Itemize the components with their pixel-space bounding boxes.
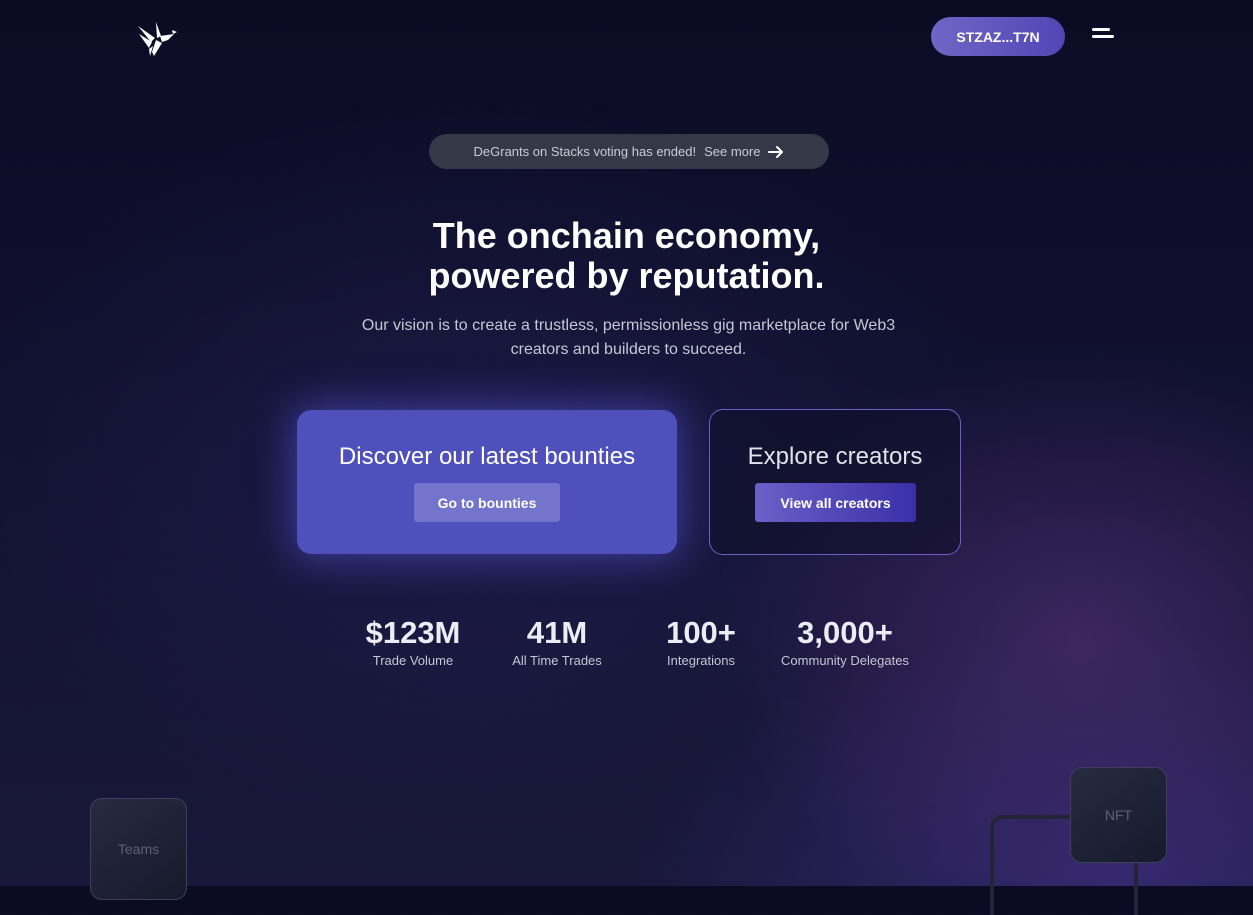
stat-value: 100+: [666, 615, 736, 650]
hero-subtitle: Our vision is to create a trustless, per…: [326, 314, 931, 362]
creators-card-title: Explore creators: [747, 443, 923, 470]
stat-value: 3,000+: [797, 615, 893, 650]
stat-label: Community Delegates: [781, 653, 909, 668]
bounties-card-title: Discover our latest bounties: [338, 443, 636, 470]
hamburger-menu-icon[interactable]: [1090, 26, 1116, 46]
teams-tile: Teams: [90, 798, 187, 900]
teams-tile-label: Teams: [117, 841, 160, 857]
see-more-link[interactable]: See more: [704, 144, 760, 159]
hero-headline: The onchain economy, powered by reputati…: [0, 216, 1253, 296]
go-to-bounties-button[interactable]: Go to bounties: [414, 483, 560, 522]
stat-integrations: 100+ Integrations: [621, 615, 781, 670]
stat-value: $123M: [365, 615, 461, 650]
bird-logo[interactable]: [136, 18, 178, 58]
stats-row: $123M Trade Volume 41M All Time Trades 1…: [0, 615, 1253, 675]
view-all-creators-button[interactable]: View all creators: [755, 483, 916, 522]
wallet-address-button[interactable]: STZAZ...T7N: [931, 17, 1065, 56]
bounties-card: Discover our latest bounties Go to bount…: [297, 410, 677, 554]
stat-label: All Time Trades: [512, 653, 602, 668]
stat-label: Trade Volume: [372, 653, 454, 668]
creators-card: Explore creators View all creators: [709, 409, 961, 555]
subtitle-line-2: creators and builders to succeed.: [510, 341, 747, 358]
stat-value: 41M: [526, 615, 588, 650]
stat-community-delegates: 3,000+ Community Delegates: [765, 615, 925, 670]
stat-trade-volume: $123M Trade Volume: [333, 615, 493, 670]
subtitle-line-1: Our vision is to create a trustless, per…: [361, 317, 896, 334]
headline-line-1: The onchain economy,: [432, 215, 821, 256]
stat-all-time-trades: 41M All Time Trades: [477, 615, 637, 670]
headline-line-2: powered by reputation.: [428, 255, 825, 296]
banner-text: DeGrants on Stacks voting has ended!: [473, 144, 697, 159]
arrow-right-icon: [768, 145, 784, 158]
announcement-banner[interactable]: DeGrants on Stacks voting has ended! See…: [429, 134, 829, 169]
nft-tile-label: NFT: [1104, 807, 1133, 823]
nft-tile: NFT: [1070, 767, 1167, 863]
stat-label: Integrations: [667, 653, 735, 668]
